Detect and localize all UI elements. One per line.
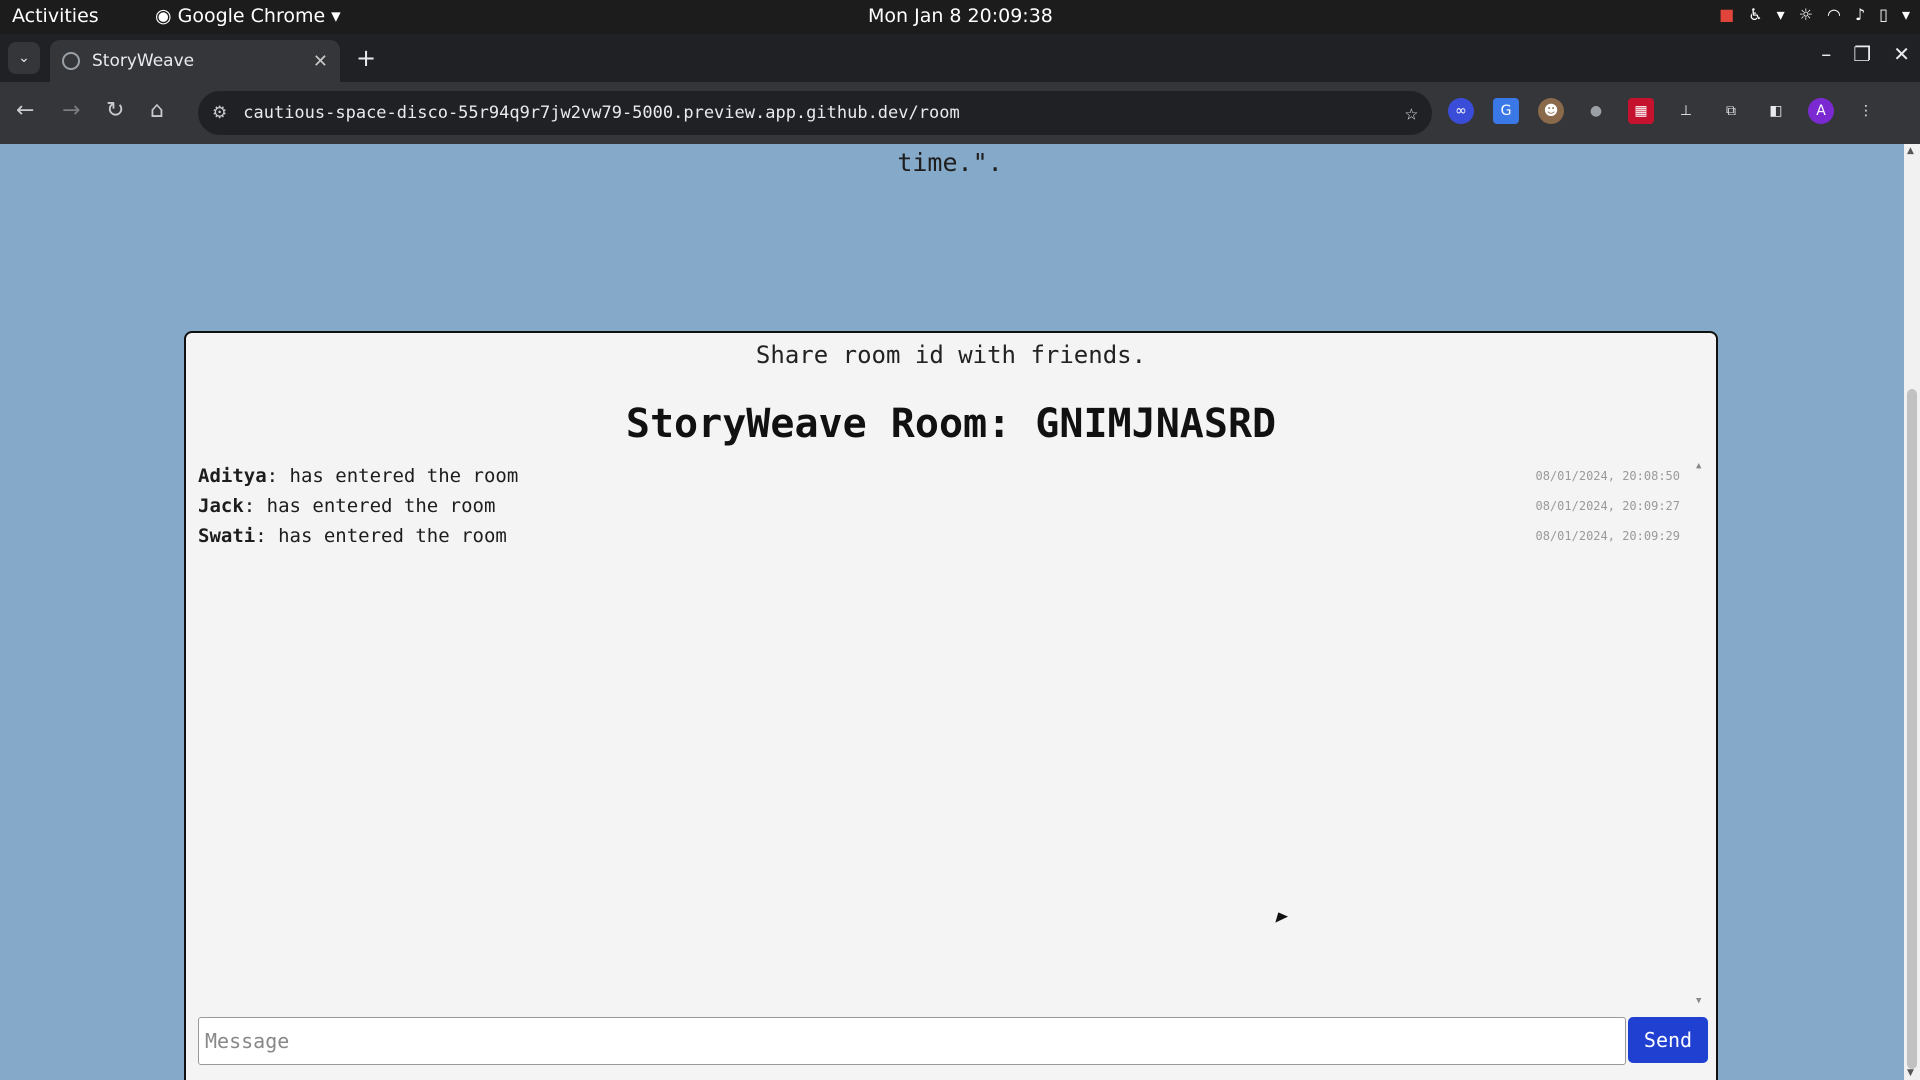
extension-infinity-icon[interactable]: ∞: [1448, 98, 1474, 124]
message-item: Swati: has entered the room 08/01/2024, …: [198, 521, 1708, 551]
extensions-puzzle-icon[interactable]: ⧉: [1718, 98, 1744, 124]
page-scrollbar[interactable]: ▲ ▼: [1904, 144, 1920, 1080]
scroll-down-icon[interactable]: ▼: [1907, 1068, 1914, 1078]
wifi-icon: ◠: [1826, 5, 1841, 24]
activities-button[interactable]: Activities: [12, 5, 99, 27]
send-button[interactable]: Send: [1628, 1017, 1708, 1063]
room-title: StoryWeave Room: GNIMJNASRD: [625, 401, 1277, 447]
message-user: Swati: [198, 525, 256, 547]
menu-kebab-icon[interactable]: ⋮: [1853, 98, 1879, 124]
message-timestamp: 08/01/2024, 20:08:50: [1535, 469, 1681, 483]
extension-grid-icon[interactable]: ▦: [1628, 98, 1654, 124]
system-top-bar: Activities ◉ Google Chrome ▾ Mon Jan 8 2…: [0, 0, 1920, 34]
tab-strip: ⌄ StoryWeave ✕ + – ❐ ✕: [0, 34, 1920, 82]
message-user: Jack: [198, 495, 244, 517]
site-info-icon[interactable]: ⚙: [212, 103, 227, 123]
scroll-down-icon[interactable]: ▼: [1696, 996, 1701, 1006]
message-item: Aditya: has entered the room 08/01/2024,…: [198, 461, 1708, 491]
google-translate-icon[interactable]: G: [1493, 98, 1519, 124]
browser-toolbar: ← → ↻ ⌂ ⚙ cautious-space-disco-55r94q9r7…: [0, 82, 1920, 144]
tab-storyweave[interactable]: StoryWeave ✕: [50, 40, 340, 82]
share-hint: Share room id with friends.: [755, 341, 1147, 369]
address-bar[interactable]: ⚙ cautious-space-disco-55r94q9r7jw2vw79-…: [198, 91, 1432, 135]
clock[interactable]: Mon Jan 8 20:09:38: [868, 5, 1053, 27]
extensions-area: ∞ G ☻ ● ▦ ⊥ ⧉ ◧ A ⋮: [1448, 98, 1879, 124]
message-list-scrollbar[interactable]: ▲ ▼: [1692, 461, 1708, 1006]
globe-icon: [62, 52, 80, 70]
close-window-icon[interactable]: ✕: [1893, 42, 1910, 66]
story-text-tail: time.".: [897, 148, 1003, 177]
message-list[interactable]: Aditya: has entered the room 08/01/2024,…: [198, 461, 1708, 1006]
extension-face-icon[interactable]: ☻: [1538, 98, 1564, 124]
system-tray[interactable]: ■ ♿ ▾ ☼ ◠ ♪ ▯ ▾: [1719, 5, 1910, 24]
url-text[interactable]: cautious-space-disco-55r94q9r7jw2vw79-50…: [243, 103, 1405, 123]
extension-bottle-icon[interactable]: ●: [1583, 98, 1609, 124]
chevron-down-icon: ▾: [331, 5, 341, 27]
chat-room-panel: Share room id with friends. StoryWeave R…: [184, 331, 1718, 1080]
message-input[interactable]: [198, 1017, 1626, 1065]
minimize-icon[interactable]: –: [1821, 42, 1831, 66]
back-icon[interactable]: ←: [16, 98, 34, 123]
message-text: : has entered the room: [243, 495, 496, 517]
new-tab-button[interactable]: +: [356, 44, 376, 72]
restore-icon[interactable]: ❐: [1853, 42, 1871, 66]
scroll-up-icon[interactable]: ▲: [1696, 461, 1701, 471]
chevron-down-icon: ▾: [1776, 5, 1785, 24]
page-scrollbar-thumb[interactable]: [1907, 389, 1917, 1069]
reload-icon[interactable]: ↻: [106, 98, 124, 123]
tab-title: StoryWeave: [92, 51, 195, 71]
message-text: : has entered the room: [255, 525, 507, 547]
page-viewport: time.". Share room id with friends. Stor…: [0, 144, 1920, 1080]
message-timestamp: 08/01/2024, 20:09:29: [1535, 529, 1681, 543]
app-menu[interactable]: ◉ Google Chrome ▾: [155, 5, 341, 27]
scroll-up-icon[interactable]: ▲: [1907, 146, 1914, 156]
close-tab-icon[interactable]: ✕: [313, 51, 328, 72]
message-user: Aditya: [198, 465, 267, 487]
chevron-down-icon: ⌄: [18, 50, 30, 66]
forward-icon[interactable]: →: [62, 98, 80, 123]
window-controls: – ❐ ✕: [1821, 42, 1910, 66]
profile-avatar[interactable]: A: [1808, 98, 1834, 124]
bookmark-star-icon[interactable]: ☆: [1405, 101, 1418, 126]
message-item: Jack: has entered the room 08/01/2024, 2…: [198, 491, 1708, 521]
pin-icon[interactable]: ⊥: [1673, 98, 1699, 124]
tab-search-button[interactable]: ⌄: [8, 42, 40, 74]
message-text: : has entered the room: [266, 465, 519, 487]
message-composer: Send: [198, 1017, 1708, 1065]
chrome-icon: ◉: [155, 5, 172, 27]
message-timestamp: 08/01/2024, 20:09:27: [1535, 499, 1681, 513]
accessibility-icon[interactable]: ♿: [1748, 5, 1762, 24]
home-icon[interactable]: ⌂: [150, 98, 164, 123]
brightness-icon: ☼: [1798, 5, 1813, 24]
volume-icon: ♪: [1854, 5, 1866, 24]
app-name: Google Chrome: [177, 5, 326, 27]
chevron-down-icon: ▾: [1901, 5, 1910, 24]
side-panel-icon[interactable]: ◧: [1763, 98, 1789, 124]
screen-record-icon[interactable]: ■: [1719, 5, 1734, 24]
battery-icon: ▯: [1879, 5, 1888, 24]
